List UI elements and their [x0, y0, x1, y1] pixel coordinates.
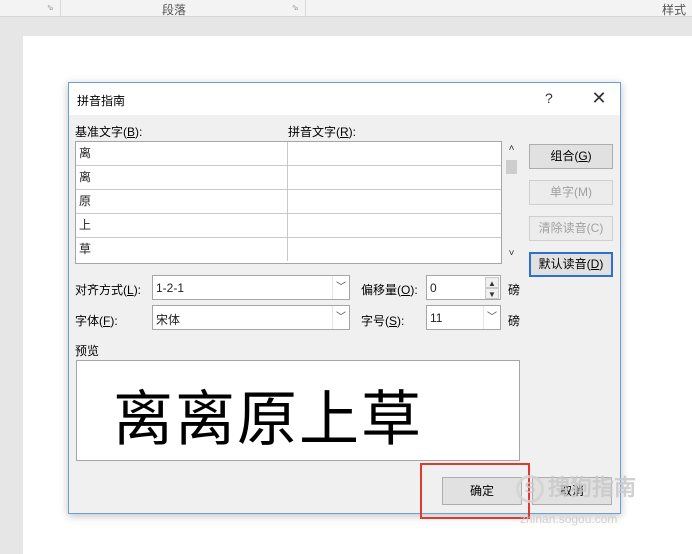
base-text-field[interactable]: 草 [76, 238, 288, 261]
dialog-titlebar[interactable]: 拼音指南 ? ✕ [69, 83, 620, 115]
base-text-label: 基准文字(B): [75, 125, 143, 139]
sogou-logo-icon: S [516, 475, 544, 504]
ribbon-group-styles: 样式 [662, 3, 687, 17]
chevron-up-icon[interactable]: ˄ [503, 141, 520, 157]
preview-box: 离离原上草 [76, 360, 520, 461]
default-reading-button[interactable]: 默认读音(D) [529, 252, 613, 277]
ribbon-group-paragraph: 段落 [162, 3, 187, 17]
stepper-up-icon[interactable]: ▲ [485, 277, 499, 288]
chevron-down-icon[interactable]: ﹀ [483, 306, 500, 329]
grid-row: 草 [76, 238, 501, 262]
ruby-text-label: 拼音文字(R): [288, 125, 357, 139]
chevron-down-icon[interactable]: ﹀ [332, 276, 349, 299]
ruby-text-field[interactable] [288, 190, 501, 213]
font-label: 字体(F): [75, 314, 118, 328]
group-button[interactable]: 组合(G) [529, 144, 613, 169]
ruby-text-field[interactable] [288, 238, 501, 261]
offset-stepper[interactable]: 0 ▲ ▼ [426, 275, 501, 300]
ruby-text-field[interactable] [288, 142, 501, 165]
alignment-label: 对齐方式(L): [75, 283, 142, 297]
offset-label: 偏移量(O): [361, 283, 418, 297]
scrollbar-thumb[interactable] [506, 160, 517, 174]
grid-row: 上 [76, 214, 501, 238]
stepper-down-icon[interactable]: ▼ [485, 288, 499, 299]
base-text-field[interactable]: 原 [76, 190, 288, 213]
base-text-field[interactable]: 上 [76, 214, 288, 237]
clear-reading-button[interactable]: 清除读音(C) [529, 216, 613, 241]
ribbon-strip: ⬂ 段落 ⬂ 样式 [0, 0, 692, 17]
size-label: 字号(S): [361, 314, 405, 328]
dialog-launcher-icon[interactable]: ⬂ [47, 3, 56, 12]
paragraph-launcher-icon[interactable]: ⬂ [292, 3, 301, 12]
grid-row: 离 [76, 142, 501, 166]
preview-text: 离离原上草 [113, 385, 423, 455]
ok-highlight-box [420, 463, 530, 519]
preview-label: 预览 [75, 344, 100, 358]
grid-scrollbar[interactable]: ˄ ˅ [503, 141, 520, 264]
watermark-url: zhinan.sogou.com [520, 512, 618, 526]
font-select[interactable]: 宋体 ﹀ [152, 305, 350, 330]
mono-button[interactable]: 单字(M) [529, 180, 613, 205]
offset-unit: 磅 [508, 283, 521, 297]
chevron-down-icon[interactable]: ﹀ [332, 306, 349, 329]
grid-row: 原 [76, 190, 501, 214]
sogou-watermark: S 搜狗指南 [516, 470, 636, 504]
ribbon-divider [305, 0, 306, 16]
grid-row: 离 [76, 166, 501, 190]
base-text-field[interactable]: 离 [76, 166, 288, 189]
dialog-title: 拼音指南 [77, 94, 126, 108]
chevron-down-icon[interactable]: ˅ [503, 246, 520, 262]
ribbon-divider [60, 0, 61, 16]
ruby-text-field[interactable] [288, 166, 501, 189]
phonetic-guide-dialog: 拼音指南 ? ✕ 基准文字(B): 拼音文字(R): 离 离 原 上 草 ˄ ˅ [68, 82, 621, 514]
size-select[interactable]: 11 ﹀ [426, 305, 501, 330]
phonetic-grid: 离 离 原 上 草 [75, 141, 502, 264]
base-text-field[interactable]: 离 [76, 142, 288, 165]
close-button[interactable]: ✕ [589, 86, 609, 110]
help-button[interactable]: ? [545, 90, 553, 106]
alignment-select[interactable]: 1-2-1 ﹀ [152, 275, 350, 300]
ruby-text-field[interactable] [288, 214, 501, 237]
size-unit: 磅 [508, 314, 521, 328]
